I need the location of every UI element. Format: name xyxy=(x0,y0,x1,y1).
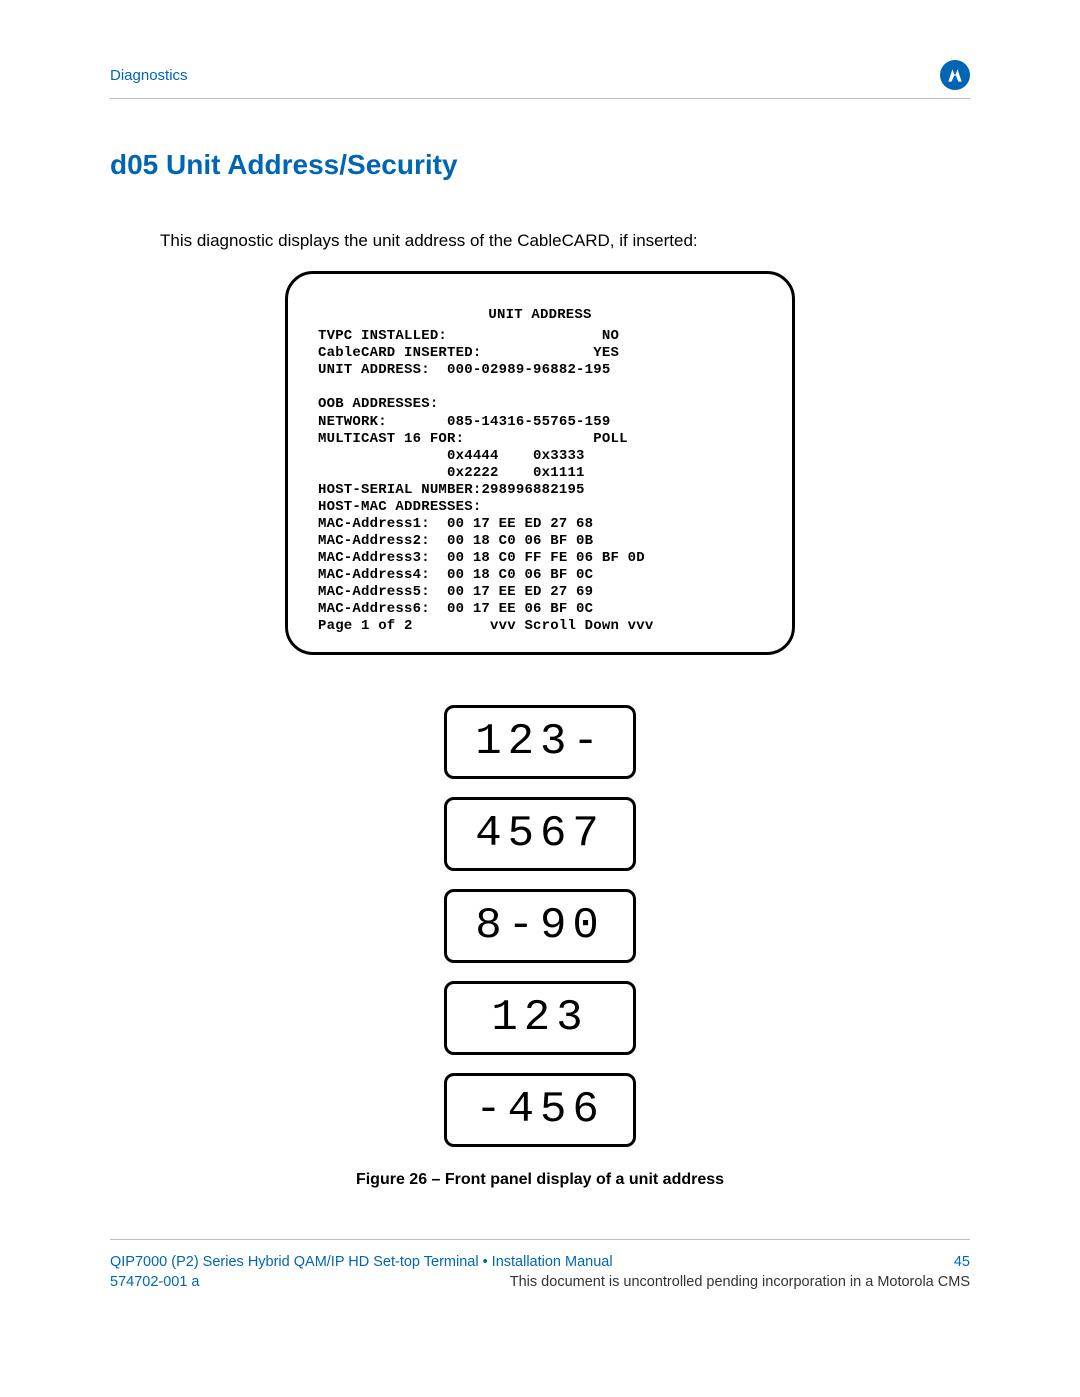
footer-page-number: 45 xyxy=(954,1254,970,1270)
mc-row1-a: 0x4444 xyxy=(447,448,499,464)
mac2-value: 00 18 C0 06 BF 0B xyxy=(447,533,593,549)
mac5-label: MAC-Address5: xyxy=(318,584,430,600)
cablecard-label: CableCARD INSERTED: xyxy=(318,345,481,361)
figure-caption: Figure 26 – Front panel display of a uni… xyxy=(110,1171,970,1189)
mac3-label: MAC-Address3: xyxy=(318,550,430,566)
mac3-value: 00 18 C0 FF FE 06 BF 0D xyxy=(447,550,645,566)
mac1-label: MAC-Address1: xyxy=(318,516,430,532)
unit-addr-value: 000-02989-96882-195 xyxy=(447,362,610,378)
network-value: 085-14316-55765-159 xyxy=(447,414,610,430)
mc-row2-a: 0x2222 xyxy=(447,465,499,481)
oob-header: OOB ADDRESSES: xyxy=(318,396,438,412)
cablecard-value: YES xyxy=(593,345,619,361)
breadcrumb: Diagnostics xyxy=(110,67,188,84)
header: Diagnostics xyxy=(110,60,970,99)
screen-title: UNIT ADDRESS xyxy=(318,307,762,324)
host-mac-header: HOST-MAC ADDRESSES: xyxy=(318,499,481,515)
footer-doc-number: 574702-001 a xyxy=(110,1274,200,1290)
mac1-value: 00 17 EE ED 27 68 xyxy=(447,516,593,532)
intro-text: This diagnostic displays the unit addres… xyxy=(160,231,970,251)
led-row-2: 4567 xyxy=(444,797,636,871)
led-row-5: -456 xyxy=(444,1073,636,1147)
footer-uncontrolled-note: This document is uncontrolled pending in… xyxy=(510,1274,970,1290)
mac5-value: 00 17 EE ED 27 69 xyxy=(447,584,593,600)
led-row-4: 123 xyxy=(444,981,636,1055)
footer: QIP7000 (P2) Series Hybrid QAM/IP HD Set… xyxy=(110,1239,970,1290)
multicast-label: MULTICAST 16 FOR: xyxy=(318,431,464,447)
scroll-hint: vvv Scroll Down vvv xyxy=(490,618,653,634)
mc-row1-b: 0x3333 xyxy=(533,448,585,464)
section-title: d05 Unit Address/Security xyxy=(110,149,970,181)
tvpc-label: TVPC INSTALLED: xyxy=(318,328,447,344)
mac6-label: MAC-Address6: xyxy=(318,601,430,617)
mc-row2-b: 0x1111 xyxy=(533,465,585,481)
host-serial-value: 298996882195 xyxy=(481,482,584,498)
host-serial-label: HOST-SERIAL NUMBER: xyxy=(318,482,481,498)
led-display-stack: 123- 4567 8-90 123 -456 xyxy=(110,705,970,1147)
tvpc-value: NO xyxy=(602,328,619,344)
unit-addr-label: UNIT ADDRESS: xyxy=(318,362,430,378)
mac4-value: 00 18 C0 06 BF 0C xyxy=(447,567,593,583)
footer-manual-title: QIP7000 (P2) Series Hybrid QAM/IP HD Set… xyxy=(110,1254,613,1270)
motorola-logo-icon xyxy=(940,60,970,90)
page-container: Diagnostics d05 Unit Address/Security Th… xyxy=(0,0,1080,1330)
mac4-label: MAC-Address4: xyxy=(318,567,430,583)
network-label: NETWORK: xyxy=(318,414,387,430)
mac6-value: 00 17 EE 06 BF 0C xyxy=(447,601,593,617)
diagnostic-screen: UNIT ADDRESS TVPC INSTALLED: NO CableCARD… xyxy=(285,271,795,655)
page-label: Page 1 of 2 xyxy=(318,618,413,634)
mac2-label: MAC-Address2: xyxy=(318,533,430,549)
led-row-1: 123- xyxy=(444,705,636,779)
multicast-poll: POLL xyxy=(593,431,627,447)
led-row-3: 8-90 xyxy=(444,889,636,963)
